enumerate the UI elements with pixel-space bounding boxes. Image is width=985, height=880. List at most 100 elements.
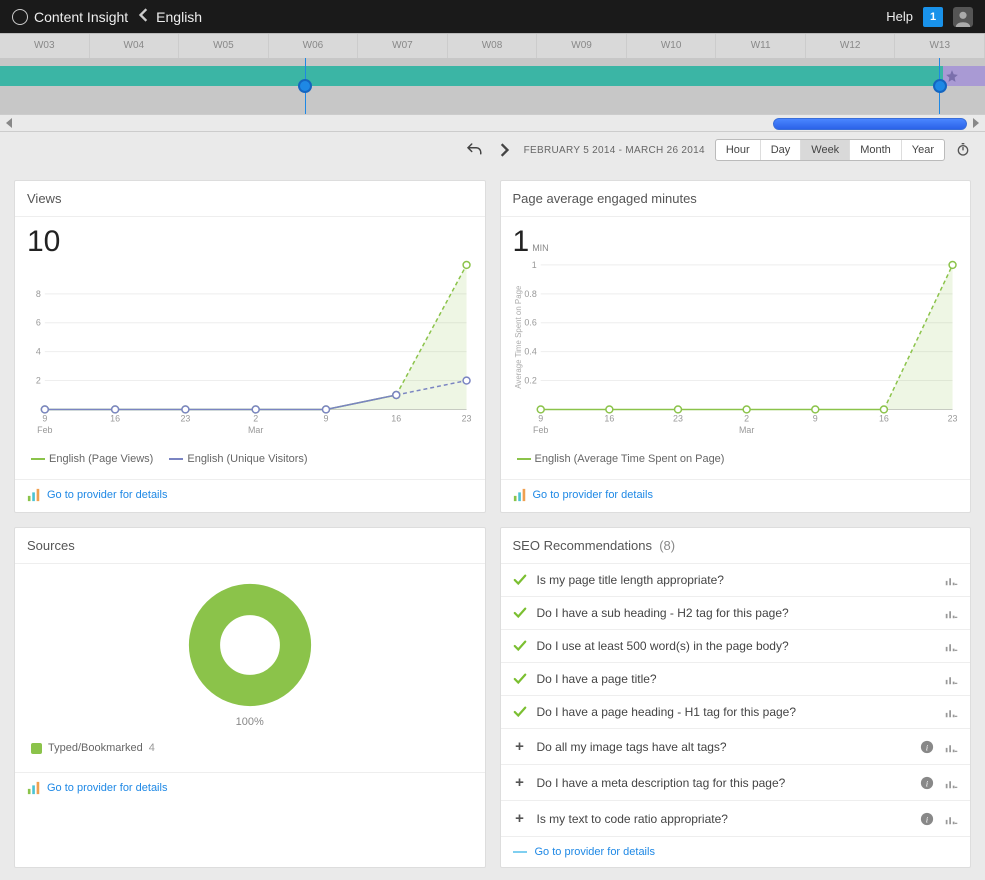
seo-provider-link[interactable]: Go to provider for details bbox=[535, 846, 655, 858]
chart-icon bbox=[513, 488, 527, 502]
timeline-range-bar bbox=[0, 66, 985, 86]
next-button[interactable] bbox=[494, 140, 514, 160]
bars-icon[interactable] bbox=[944, 639, 958, 653]
svg-text:Average Time Spent on Page: Average Time Spent on Page bbox=[513, 285, 522, 389]
seg-day[interactable]: Day bbox=[761, 140, 802, 160]
check-icon bbox=[513, 705, 527, 719]
legend-count: 4 bbox=[149, 742, 155, 754]
timer-icon[interactable] bbox=[955, 141, 971, 160]
bars-icon[interactable] bbox=[944, 812, 958, 826]
undo-button[interactable] bbox=[464, 140, 484, 160]
check-icon bbox=[513, 606, 527, 620]
engaged-provider-link[interactable]: Go to provider for details bbox=[533, 489, 653, 501]
svg-text:23: 23 bbox=[180, 413, 190, 423]
timeline-track[interactable] bbox=[0, 58, 985, 114]
svg-text:Mar: Mar bbox=[248, 425, 263, 435]
notification-badge[interactable]: 1 bbox=[923, 7, 943, 27]
seo-text: Do I have a sub heading - H2 tag for thi… bbox=[537, 606, 789, 620]
bars-icon[interactable] bbox=[944, 606, 958, 620]
svg-text:9: 9 bbox=[42, 413, 47, 423]
views-legend: English (Page Views)English (Unique Visi… bbox=[27, 445, 473, 469]
seo-list: Is my page title length appropriate? Do I… bbox=[501, 564, 971, 836]
page-title: English bbox=[156, 9, 202, 25]
card-engaged: Page average engaged minutes 1MIN 0.20.4… bbox=[500, 180, 972, 513]
svg-text:0.8: 0.8 bbox=[524, 289, 536, 299]
plus-icon: + bbox=[513, 810, 527, 827]
card-seo: SEO Recommendations (8) Is my page title… bbox=[500, 527, 972, 868]
bars-icon[interactable] bbox=[944, 705, 958, 719]
scroll-thumb[interactable] bbox=[773, 118, 967, 130]
week-label: W04 bbox=[90, 34, 180, 58]
legend-item: English (Average Time Spent on Page) bbox=[517, 453, 725, 465]
card-sources: Sources 100% Typed/Bookmarked 4 Go to pr… bbox=[14, 527, 486, 868]
seg-week[interactable]: Week bbox=[801, 140, 850, 160]
svg-text:4: 4 bbox=[36, 347, 41, 357]
seo-text: Do I have a meta description tag for thi… bbox=[537, 776, 786, 790]
bars-icon[interactable] bbox=[944, 740, 958, 754]
week-label: W03 bbox=[0, 34, 90, 58]
scroll-left-icon[interactable] bbox=[6, 118, 12, 128]
seg-hour[interactable]: Hour bbox=[716, 140, 761, 160]
seo-row[interactable]: +Do all my image tags have alt tags?i bbox=[501, 728, 971, 764]
brand-name: Content Insight bbox=[34, 9, 128, 25]
svg-text:Feb: Feb bbox=[533, 425, 548, 435]
chart-icon bbox=[27, 781, 41, 795]
sources-donut bbox=[185, 580, 315, 710]
sources-provider-link[interactable]: Go to provider for details bbox=[47, 782, 167, 794]
week-label: W09 bbox=[537, 34, 627, 58]
seo-text: Do I have a page heading - H1 tag for th… bbox=[537, 705, 797, 719]
svg-text:0.2: 0.2 bbox=[524, 376, 536, 386]
card-sources-title: Sources bbox=[15, 528, 485, 564]
check-icon bbox=[513, 573, 527, 587]
avatar[interactable] bbox=[953, 7, 973, 27]
seo-row[interactable]: Is my page title length appropriate? bbox=[501, 564, 971, 596]
bars-icon[interactable] bbox=[944, 672, 958, 686]
seo-row[interactable]: Do I use at least 500 word(s) in the pag… bbox=[501, 629, 971, 662]
week-label: W10 bbox=[627, 34, 717, 58]
seo-text: Do I have a page title? bbox=[537, 672, 657, 686]
seo-title-text: SEO Recommendations bbox=[513, 538, 652, 553]
svg-text:16: 16 bbox=[878, 413, 888, 423]
views-provider-link[interactable]: Go to provider for details bbox=[47, 489, 167, 501]
views-chart: 246891623291623FebMar bbox=[27, 257, 473, 445]
back-icon[interactable] bbox=[138, 8, 150, 25]
check-icon bbox=[513, 672, 527, 686]
seo-row[interactable]: + Is my text to code ratio appropriate? i bbox=[501, 800, 971, 836]
svg-text:16: 16 bbox=[110, 413, 120, 423]
svg-text:0.4: 0.4 bbox=[524, 347, 536, 357]
timeline-scrollbar[interactable] bbox=[0, 114, 985, 132]
bars-icon[interactable] bbox=[944, 573, 958, 587]
plus-icon: + bbox=[513, 738, 527, 755]
seo-row[interactable]: +Do I have a meta description tag for th… bbox=[501, 764, 971, 800]
seg-year[interactable]: Year bbox=[902, 140, 944, 160]
range-handle-right[interactable] bbox=[933, 79, 947, 93]
seo-row[interactable]: Do I have a page title? bbox=[501, 662, 971, 695]
svg-text:23: 23 bbox=[673, 413, 683, 423]
sources-legend: Typed/Bookmarked 4 bbox=[27, 734, 473, 762]
seo-text: Do I use at least 500 word(s) in the pag… bbox=[537, 639, 789, 653]
svg-text:16: 16 bbox=[604, 413, 614, 423]
svg-text:Feb: Feb bbox=[37, 425, 52, 435]
seo-row[interactable]: Do I have a page heading - H1 tag for th… bbox=[501, 695, 971, 728]
svg-text:0.6: 0.6 bbox=[524, 318, 536, 328]
legend-label: Typed/Bookmarked bbox=[48, 742, 143, 754]
svg-text:9: 9 bbox=[812, 413, 817, 423]
help-link[interactable]: Help bbox=[886, 9, 913, 24]
week-label: W05 bbox=[179, 34, 269, 58]
bars-icon[interactable] bbox=[944, 776, 958, 790]
range-handle-left[interactable] bbox=[298, 79, 312, 93]
scroll-right-icon[interactable] bbox=[973, 118, 979, 128]
svg-text:8: 8 bbox=[36, 289, 41, 299]
views-big-number: 10 bbox=[27, 227, 473, 257]
seo-text: Is my text to code ratio appropriate? bbox=[537, 812, 728, 826]
seo-row[interactable]: Do I have a sub heading - H2 tag for thi… bbox=[501, 596, 971, 629]
svg-text:2: 2 bbox=[744, 413, 749, 423]
timeline: W03W04W05W06W07W08W09W10W11W12W13 bbox=[0, 33, 985, 132]
legend-item: English (Page Views) bbox=[31, 453, 153, 465]
info-icon: i bbox=[920, 812, 934, 826]
week-label: W08 bbox=[448, 34, 538, 58]
granularity-segmented: Hour Day Week Month Year bbox=[715, 139, 945, 161]
seg-month[interactable]: Month bbox=[850, 140, 902, 160]
timeline-future-bar bbox=[943, 66, 985, 86]
logo-icon bbox=[12, 9, 28, 25]
